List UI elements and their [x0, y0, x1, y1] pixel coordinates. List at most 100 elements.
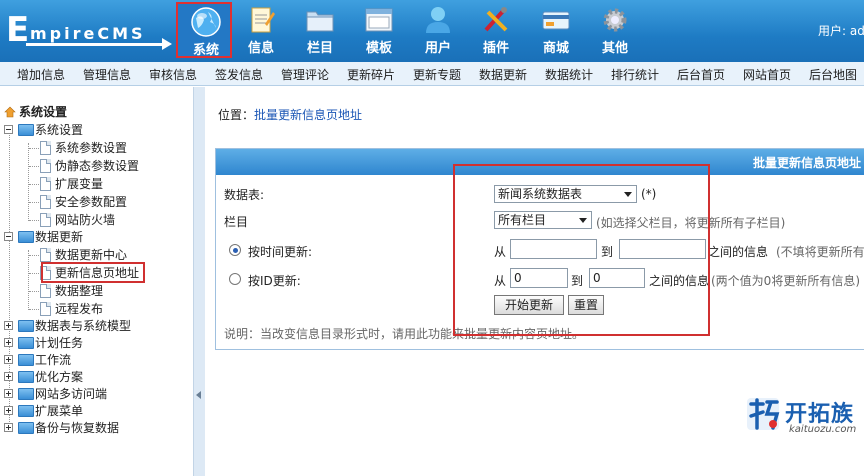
nav-user-label: 用户: [424, 41, 451, 56]
menu-admin-home[interactable]: 后台首页: [677, 66, 725, 83]
tree-root-title: 系统设置: [19, 105, 68, 119]
sidebar-splitter[interactable]: [193, 87, 205, 476]
kaituozu-logo-icon: [747, 398, 780, 430]
menu-data-stats[interactable]: 数据统计: [545, 66, 593, 83]
nav-column[interactable]: 栏目: [292, 2, 348, 58]
menu-admin-map[interactable]: 后台地图: [809, 66, 857, 83]
tree-group-ext-menu[interactable]: 扩展菜单: [4, 402, 189, 420]
tree-item-pseudo-static[interactable]: 伪静态参数设置: [40, 157, 190, 175]
breadcrumb: 位置：批量更新信息页地址: [218, 106, 362, 123]
expand-icon[interactable]: [4, 321, 13, 330]
watermark: 开拓族 kaituozu.com: [743, 394, 864, 438]
tree-item-security[interactable]: 安全参数配置: [40, 193, 190, 211]
tree-item-label: 扩展变量: [55, 177, 104, 191]
nav-plugin[interactable]: 插件: [468, 2, 524, 58]
menu-update-topics[interactable]: 更新专题: [413, 66, 461, 83]
card-icon: [542, 11, 570, 30]
folder-icon: [18, 231, 34, 243]
column-label: 栏目: [224, 215, 249, 229]
tree-group-optimization[interactable]: 优化方案: [4, 368, 189, 386]
menu-site-home[interactable]: 网站首页: [743, 66, 791, 83]
tree-group-backup[interactable]: 备份与恢复数据: [4, 419, 189, 437]
by-time-radio[interactable]: [229, 244, 241, 256]
expand-icon[interactable]: [4, 372, 13, 381]
document-icon: [40, 177, 51, 191]
tree-group-system-settings[interactable]: 系统设置: [4, 121, 184, 139]
nav-shop[interactable]: 商城: [528, 2, 584, 58]
time-between-label: 之间的信息: [708, 245, 769, 259]
tree-item-remote-publish[interactable]: 远程发布: [40, 300, 190, 318]
nav-info[interactable]: 信息: [233, 2, 289, 58]
nav-template[interactable]: 模板: [351, 2, 407, 58]
tools-icon: [484, 7, 508, 32]
nav-column-label: 栏目: [306, 41, 333, 56]
document-icon: [40, 284, 51, 298]
tree-group-multi-access[interactable]: 网站多访问端: [4, 385, 189, 403]
nav-info-label: 信息: [247, 41, 274, 56]
breadcrumb-link[interactable]: 批量更新信息页地址: [254, 108, 362, 122]
nav-shop-label: 商城: [542, 41, 569, 56]
tree-item-label: 伪静态参数设置: [55, 159, 140, 173]
user-icon: [426, 7, 450, 33]
menu-manage-comments[interactable]: 管理评论: [281, 66, 329, 83]
nav-template-label: 模板: [365, 41, 392, 56]
folder-icon: [306, 11, 334, 32]
document-icon: [40, 302, 51, 316]
id-hint: (两个值为0将更新所有信息): [711, 274, 860, 288]
collapse-icon[interactable]: [4, 232, 13, 241]
menu-data-update[interactable]: 数据更新: [479, 66, 527, 83]
menu-add-info[interactable]: 增加信息: [17, 66, 65, 83]
globe-icon: [191, 7, 221, 37]
tree-item-data-cleanup[interactable]: 数据整理: [40, 282, 190, 300]
folder-icon: [18, 337, 34, 349]
empirecms-logo: EmpireCMS: [4, 12, 174, 52]
collapse-icon[interactable]: [4, 125, 13, 134]
folder-icon: [18, 371, 34, 383]
tree-group-tables-models[interactable]: 数据表与系统模型: [4, 317, 189, 335]
tree-item-firewall[interactable]: 网站防火墙: [40, 211, 190, 229]
gear-icon: [603, 8, 627, 32]
collapse-arrow-icon[interactable]: [196, 391, 201, 399]
tree-group-label: 数据更新: [35, 230, 84, 244]
current-user-label: 用户: ad: [818, 24, 864, 38]
nav-system-label: 系统: [192, 43, 219, 58]
selected-item-highlight: [41, 262, 145, 283]
expand-icon[interactable]: [4, 355, 13, 364]
tree-group-workflow[interactable]: 工作流: [4, 351, 189, 369]
folder-icon: [18, 320, 34, 332]
home-icon: [4, 106, 16, 118]
document-icon: [40, 141, 51, 155]
expand-icon[interactable]: [4, 406, 13, 415]
tree-item-ext-vars[interactable]: 扩展变量: [40, 175, 190, 193]
tree-group-scheduled-tasks[interactable]: 计划任务: [4, 334, 189, 352]
by-id-radio[interactable]: [229, 273, 241, 285]
table-label: 数据表:: [224, 188, 265, 202]
tree-group-label: 计划任务: [35, 336, 84, 350]
panel-title: 批量更新信息页地址: [752, 156, 861, 170]
menu-review-info[interactable]: 审核信息: [149, 66, 197, 83]
window-icon: [365, 8, 393, 32]
annotation-highlight-box: [453, 164, 710, 336]
document-icon: [40, 195, 51, 209]
expand-icon[interactable]: [4, 389, 13, 398]
quick-menu-bar: 增加信息 管理信息 审核信息 签发信息 管理评论 更新碎片 更新专题 数据更新 …: [0, 62, 864, 86]
tree-group-label: 网站多访问端: [35, 387, 108, 401]
tree-group-label: 备份与恢复数据: [35, 421, 120, 435]
by-id-label: 按ID更新:: [248, 274, 301, 288]
document-icon: [40, 248, 51, 262]
expand-icon[interactable]: [4, 423, 13, 432]
nav-system[interactable]: 系统: [176, 2, 232, 58]
tree-group-data-update[interactable]: 数据更新: [4, 228, 184, 246]
tree-item-system-params[interactable]: 系统参数设置: [40, 139, 190, 157]
tree-group-label: 优化方案: [35, 370, 84, 384]
menu-update-fragments[interactable]: 更新碎片: [347, 66, 395, 83]
expand-icon[interactable]: [4, 338, 13, 347]
menu-rank-stats[interactable]: 排行统计: [611, 66, 659, 83]
nav-other[interactable]: 其他: [587, 2, 643, 58]
menu-manage-info[interactable]: 管理信息: [83, 66, 131, 83]
tree-item-label: 数据整理: [55, 284, 104, 298]
document-icon: [40, 159, 51, 173]
tree-group-label: 系统设置: [35, 123, 84, 137]
menu-sign-info[interactable]: 签发信息: [215, 66, 263, 83]
nav-user[interactable]: 用户: [410, 2, 466, 58]
